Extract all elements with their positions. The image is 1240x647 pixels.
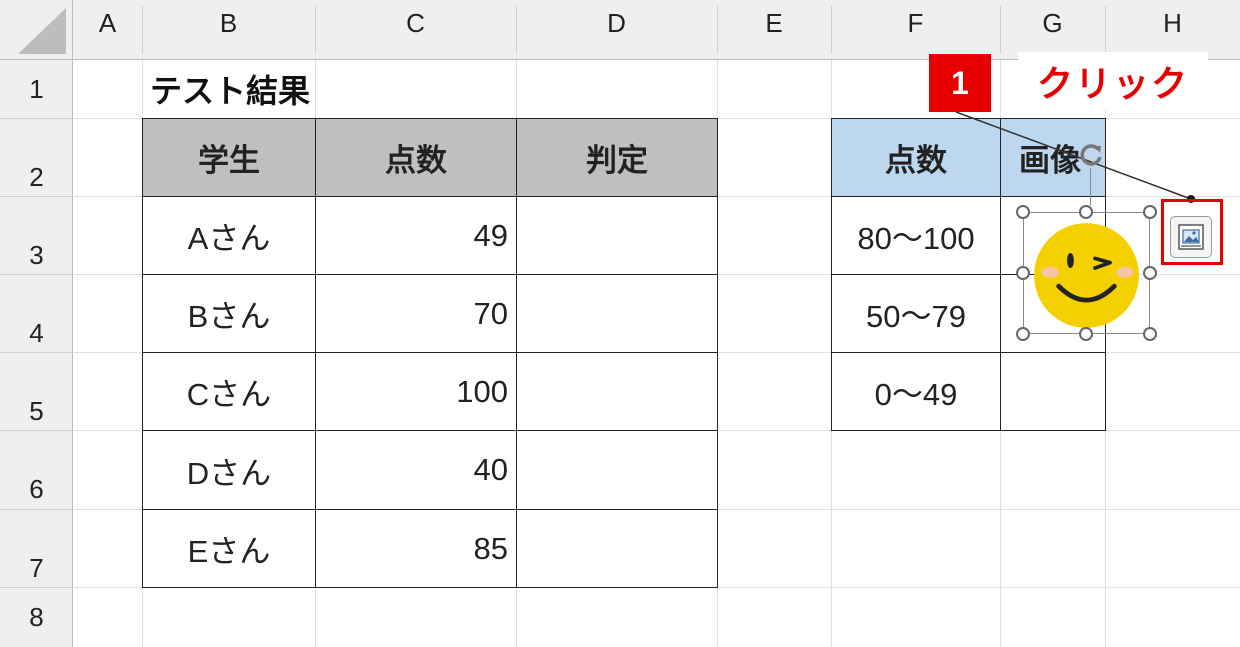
resize-handle[interactable]: [1079, 205, 1093, 219]
rotate-handle-icon[interactable]: [1076, 140, 1106, 170]
resize-handle[interactable]: [1143, 205, 1157, 219]
picture-selection-frame: [1023, 212, 1150, 334]
highlight-box: [1161, 199, 1223, 265]
step-number-badge: 1: [929, 54, 991, 112]
click-instruction-label: クリック: [1018, 52, 1208, 110]
rotate-handle-stem: [1090, 168, 1091, 206]
spreadsheet: A B C D E F G H 1 2 3 4 5 6 7 8 テスト結果 学生…: [0, 0, 1240, 647]
resize-handle[interactable]: [1016, 266, 1030, 280]
resize-handle[interactable]: [1143, 327, 1157, 341]
resize-handle[interactable]: [1079, 327, 1093, 341]
resize-handle[interactable]: [1016, 327, 1030, 341]
resize-handle[interactable]: [1143, 266, 1157, 280]
resize-handle[interactable]: [1016, 205, 1030, 219]
